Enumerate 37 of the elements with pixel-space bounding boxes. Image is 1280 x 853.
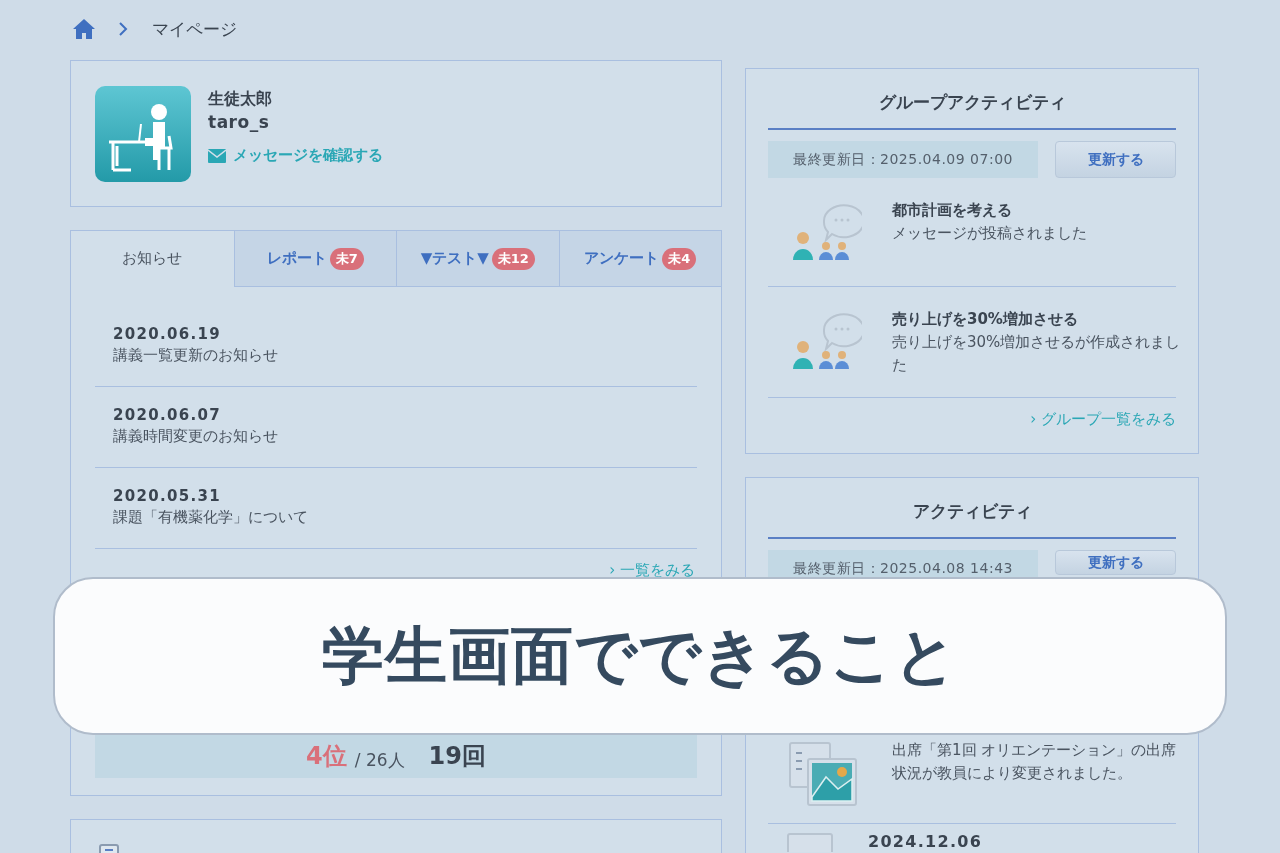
message-link[interactable]: メッセージを確認する (208, 146, 383, 165)
refresh-button[interactable]: 更新する (1055, 550, 1176, 575)
count-badge: 未4 (662, 247, 697, 270)
notice-date: 2020.06.19 (113, 324, 222, 344)
notice-title[interactable]: 講義一覧更新のお知らせ (113, 344, 679, 366)
avatar-icon (95, 86, 191, 182)
activity-message: 出席「第1回 オリエンテーション」の出席状況が教員により変更されました。 (892, 740, 1178, 784)
activity-message: メッセージが投稿されました (892, 223, 1088, 244)
rank-text: 4位 (306, 741, 347, 772)
tab[interactable]: ▼テスト▼ 未12 (396, 231, 559, 287)
user-name: 生徒太郎 (208, 88, 273, 110)
view-all-link[interactable]: › 一覧をみる (609, 561, 695, 580)
tab[interactable]: レポート 未7 (233, 231, 396, 287)
count-badge: 未12 (491, 247, 535, 270)
last-updated: 最終更新日：2025.04.09 07:00 (768, 141, 1038, 178)
home-icon[interactable] (72, 18, 96, 40)
activity-message: 売り上げを30%増加させるが作成されました (892, 332, 1182, 376)
refresh-button[interactable]: 更新する (1055, 141, 1176, 178)
envelope-icon (208, 148, 226, 163)
notice-title[interactable]: 課題「有機薬化学」について (113, 506, 679, 528)
chevron-icon (118, 21, 128, 37)
tab[interactable]: アンケート 未4 (558, 231, 721, 287)
rank-total: / 26人 (354, 749, 405, 772)
group-list-link[interactable]: › グループ一覧をみる (1030, 410, 1176, 429)
notice-title[interactable]: 講義時間変更のお知らせ (113, 425, 679, 447)
notice-date: 2020.05.31 (113, 486, 222, 506)
breadcrumb-item: マイページ (152, 17, 237, 41)
login-count: 19回 (428, 741, 486, 772)
group-name[interactable]: 都市計画を考える (892, 198, 1182, 222)
notice-date: 2020.06.07 (113, 405, 222, 425)
panel-title: アクティビティ (768, 478, 1176, 539)
group-name[interactable]: 売り上げを30%増加させる (892, 307, 1182, 331)
username: taro_s (208, 111, 271, 134)
title-banner: 学生画面でできること (53, 577, 1227, 735)
panel-title: グループアクティビティ (768, 69, 1176, 130)
count-badge: 未7 (329, 247, 364, 270)
activity-date: 2024.12.06 (868, 832, 983, 851)
